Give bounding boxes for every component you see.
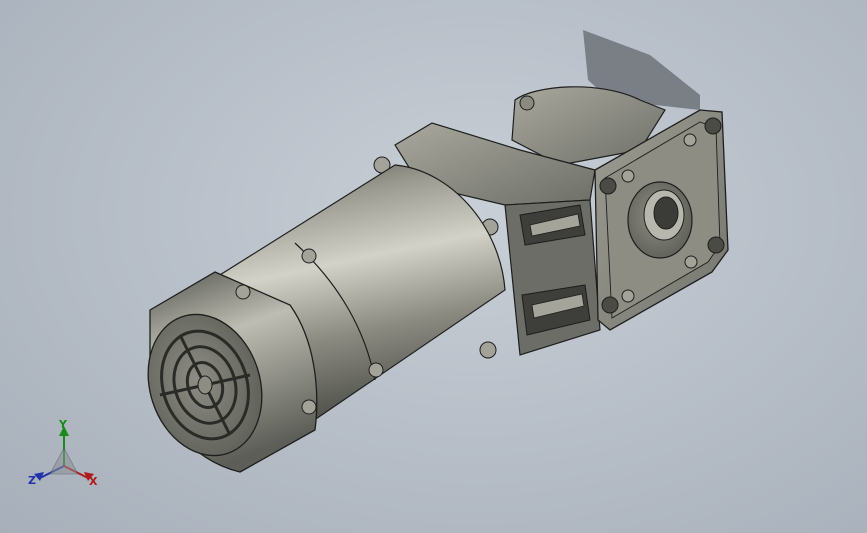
cad-graphics-viewport[interactable]: Y Z X: [0, 0, 867, 533]
flange-hole-br: [707, 236, 725, 254]
orientation-triad[interactable]: Y Z X: [26, 418, 106, 493]
cap-screw-side: [301, 399, 317, 415]
flange-hole-tr: [704, 117, 722, 135]
flange-screw-4: [621, 289, 635, 303]
triad-y-label: Y: [59, 418, 67, 431]
flange-screw-2: [683, 133, 697, 147]
motor-screw-top: [301, 248, 317, 264]
flange-hole-bl: [601, 296, 619, 314]
cap-screw-top: [235, 284, 251, 300]
fan-grille-hub: [197, 375, 213, 395]
output-bore: [653, 196, 679, 230]
flange-screw-1: [621, 169, 635, 183]
flange-screw-3: [684, 255, 698, 269]
triad-x-label: X: [89, 475, 98, 488]
gearbox-screw-low: [479, 341, 497, 359]
rear-bolt: [519, 95, 535, 111]
motor-screw-bottom: [368, 362, 384, 378]
gear-motor-3d-model[interactable]: [0, 0, 867, 533]
flange-hole-tl: [599, 177, 617, 195]
triad-z-label: Z: [28, 474, 36, 487]
